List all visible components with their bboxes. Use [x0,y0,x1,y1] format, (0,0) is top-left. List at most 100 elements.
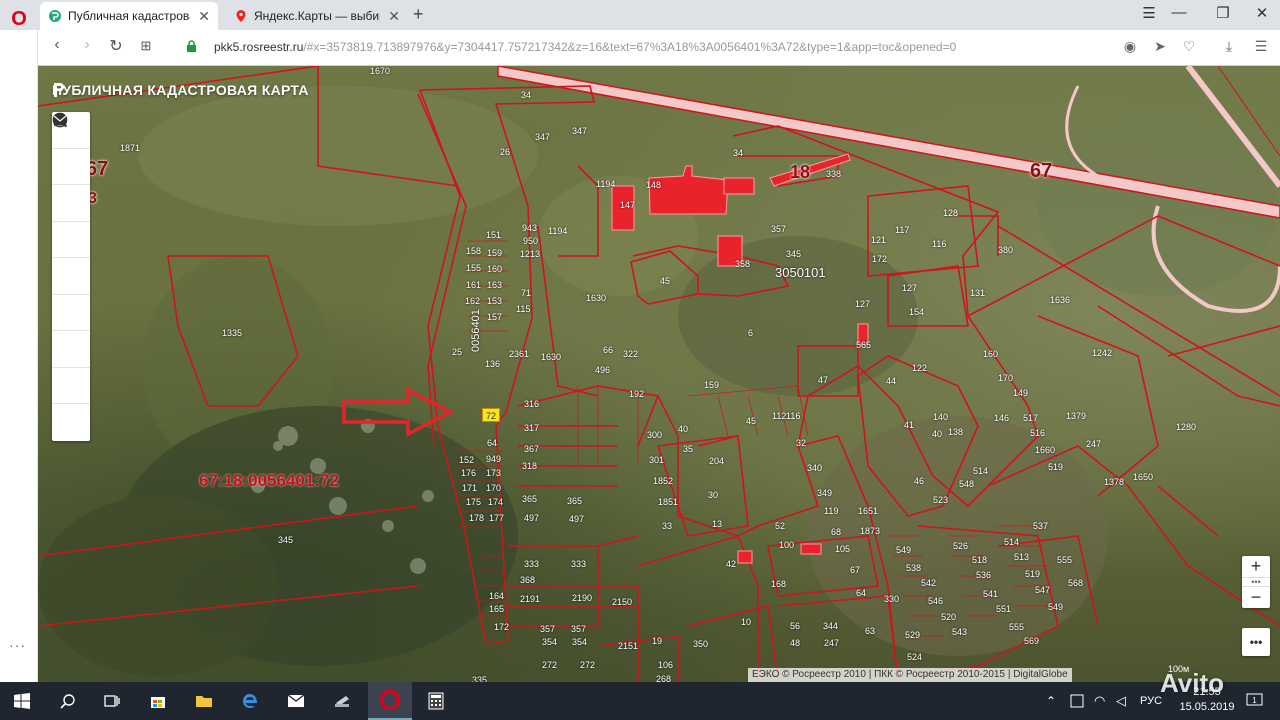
close-icon[interactable]: ✕ [388,8,400,25]
parcel-number: 330 [884,594,900,604]
file-explorer-icon[interactable] [182,682,226,720]
ruler-icon[interactable] [52,114,90,295]
task-view-icon[interactable] [90,682,134,720]
parcel-number: 161 [466,280,482,290]
speed-dial-icon[interactable]: ⊞ [135,38,157,54]
sliders-icon[interactable]: ☰ [1251,38,1271,55]
restore-icon[interactable]: ❐ [1211,4,1235,22]
info-icon[interactable] [52,112,90,222]
heart-icon[interactable]: ♡ [1179,38,1199,55]
parcel-number: 380 [998,245,1014,255]
address-bar: ‹ › ↻ ⊞ pkk5.rosreestr.ru/#x=3573819.713… [38,30,1280,66]
zoom-out-button[interactable]: − [1242,587,1270,608]
parcel-number: 173 [486,468,502,478]
parcel-number: 121 [871,235,887,245]
selected-parcel[interactable]: 72 [482,408,500,422]
parcel-number: 1630 [541,352,562,362]
parcel-number: 136 [485,359,501,369]
parcel-number: 172 [494,622,510,632]
calculator-icon[interactable] [414,682,458,720]
parcel-number: 64 [856,588,867,598]
parcel-number: 157 [487,312,503,322]
star-icon[interactable] [52,113,90,331]
sidebar-more-icon[interactable]: ··· [9,637,26,653]
parcel-number: 1242 [1092,348,1113,358]
parcel-number: 367 [524,444,540,454]
tab-yandex-maps[interactable]: Яндекс.Карты — выбирай ✕ [226,2,408,30]
zoom-in-button[interactable]: + [1242,556,1270,577]
parcel-number: 350 [693,639,709,649]
map-toolbar [52,112,90,441]
parcel-number: 116 [786,411,801,421]
parcel-number: 335 [472,675,488,682]
mail-icon[interactable] [274,682,318,720]
tray-app-icon[interactable] [1070,682,1084,720]
parcel-number: 68 [831,527,842,537]
wifi-icon[interactable]: ◠ [1094,682,1105,720]
action-center-icon[interactable]: 1 [1246,682,1264,720]
search-icon[interactable] [52,113,90,185]
parcel-number: 1670 [370,66,391,76]
minimize-icon[interactable]: — [1167,4,1191,21]
new-tab-button[interactable]: + [413,4,424,25]
parcel-number: 159 [704,380,720,390]
more-options-button[interactable]: ••• [1242,628,1270,656]
parcel-number: 497 [569,514,585,524]
tab-bar: O Публичная кадастровая к ✕ Яндекс.Карты… [0,0,1280,30]
parcel-number: 128 [943,208,959,218]
parcel-number: 174 [488,497,504,507]
cadastral-map[interactable]: 1670 1871 34 347 347 26 1194 1194 943 950 1213 151 1… [38,66,1280,682]
edge-icon[interactable] [228,682,272,720]
opera-taskbar-icon[interactable] [368,682,412,720]
parcel-number: 67 [850,565,861,575]
reload-icon[interactable]: ↻ [105,36,127,56]
tab-pkk[interactable]: Публичная кадастровая к ✕ [40,2,218,30]
download-icon[interactable]: ⤓ [1219,38,1239,55]
parcel-number: 100 [779,540,795,550]
opera-logo-icon: O [11,7,27,30]
store-icon[interactable] [136,682,180,720]
parcel-number: 154 [909,307,925,317]
parcel-number: 42 [726,559,737,569]
parcel-number: 247 [1086,439,1102,449]
parcel-number: 25 [452,347,463,357]
quarter-label: 0056401 [470,309,482,352]
parcel-number: 176 [461,468,477,478]
parcel-number: 524 [907,652,923,662]
forward-icon[interactable]: › [76,36,98,54]
parcel-number: 26 [500,147,511,157]
mail-icon[interactable] [52,115,90,441]
print-icon[interactable] [52,114,90,368]
close-window-icon[interactable]: ✕ [1250,4,1274,22]
parcel-number: 950 [523,236,539,246]
parcel-number: 63 [865,626,876,636]
url-field[interactable]: pkk5.rosreestr.ru/#x=3573819.713897976&y… [214,40,956,54]
search-icon[interactable] [46,682,90,720]
back-icon[interactable]: ‹ [46,36,68,54]
windows-start-icon[interactable] [0,682,44,720]
parcel-number: 357 [771,224,787,234]
parcel-number: 1378 [1104,477,1125,487]
language-indicator[interactable]: РУС [1140,682,1162,720]
parcel-number: 272 [580,660,596,670]
tray-chevron-icon[interactable]: ⌃ [1046,682,1056,720]
browser-sidebar: ··· [0,30,38,682]
close-icon[interactable]: ✕ [198,8,210,25]
scanner-icon[interactable] [320,682,364,720]
parcel-number: 354 [542,637,558,647]
help-icon[interactable] [52,112,90,404]
tab-menu-icon[interactable]: ☰ [1137,4,1161,22]
parcel-number: 520 [941,612,957,622]
send-icon[interactable]: ➤ [1150,38,1170,55]
parcel-number: 1379 [1066,411,1087,421]
camera-icon[interactable]: ◉ [1120,38,1140,55]
volume-icon[interactable]: ◁ [1116,682,1126,720]
parcel-number: 497 [524,513,540,523]
parcel-number: 340 [807,463,823,473]
parcel-number: 162 [465,296,481,306]
parcel-number: 44 [886,376,897,386]
pencil-icon[interactable] [52,115,90,258]
parcel-number: 47 [818,375,829,385]
parcel-number: 48 [790,638,801,648]
parcel-number: 1280 [1176,422,1197,432]
